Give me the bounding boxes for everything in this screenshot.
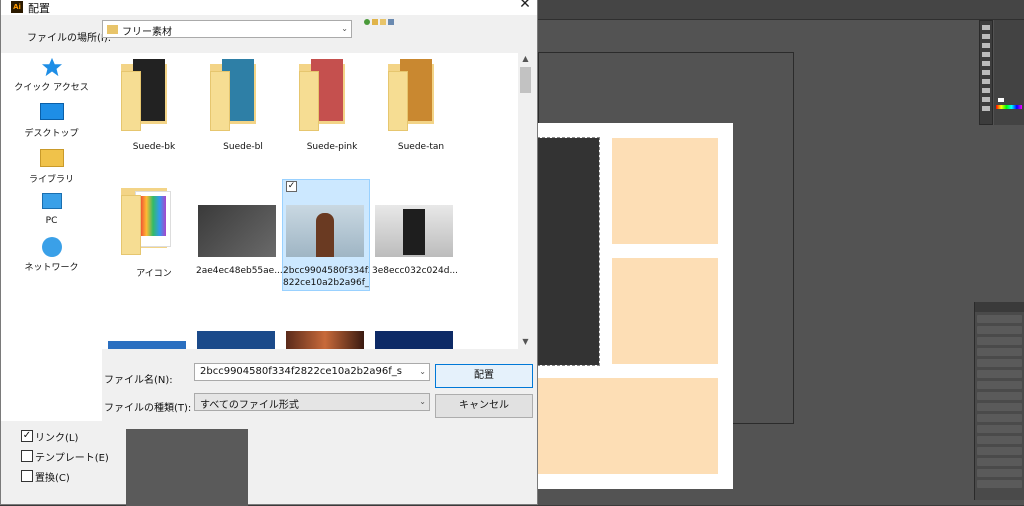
image-thumbnail bbox=[375, 205, 453, 257]
chevron-down-icon[interactable]: ⌄ bbox=[419, 367, 426, 376]
place-desktop[interactable]: デスクトップ bbox=[1, 103, 102, 139]
item-checkbox[interactable]: ✓ bbox=[286, 181, 297, 192]
places-bar: クイック アクセス デスクトップ ライブラリ PC ネットワーク bbox=[1, 53, 102, 421]
folder-suede-tan[interactable]: Suede-tan bbox=[378, 59, 464, 154]
color-panel[interactable] bbox=[994, 20, 1024, 125]
up-folder-icon[interactable] bbox=[372, 19, 378, 25]
file-list-scrollbar[interactable]: ▲ ▼ bbox=[518, 53, 533, 349]
file-label: Suede-bl bbox=[223, 142, 263, 152]
peach-rectangle-2[interactable] bbox=[612, 258, 718, 364]
option-label: テンプレート(E) bbox=[35, 453, 109, 464]
chevron-down-icon: ⌄ bbox=[419, 397, 426, 406]
chevron-down-icon: ⌄ bbox=[341, 24, 348, 33]
nav-toolbar[interactable] bbox=[364, 19, 404, 29]
file-label-line1: 2bcc9904580f334f2 bbox=[283, 266, 369, 276]
network-icon bbox=[41, 237, 62, 257]
image-thumbnail[interactable] bbox=[375, 331, 453, 349]
location-dropdown[interactable]: フリー素材 ⌄ bbox=[102, 20, 352, 38]
filename-input[interactable]: 2bcc9904580f334f2822ce10a2b2a96f_s ⌄ bbox=[194, 363, 430, 381]
image-thumbnail[interactable] bbox=[286, 331, 364, 349]
file-label-line2: 822ce10a2b2a96f_s bbox=[283, 278, 369, 288]
illustrator-app-icon: Ai bbox=[11, 1, 23, 13]
location-label: ファイルの場所(I): bbox=[27, 33, 112, 44]
filename-value: 2bcc9904580f334f2822ce10a2b2a96f_s bbox=[200, 366, 402, 377]
scroll-up-icon[interactable]: ▲ bbox=[518, 54, 533, 63]
image-thumbnail[interactable] bbox=[197, 331, 275, 349]
place-label: クイック アクセス bbox=[14, 83, 89, 93]
file-label: Suede-bk bbox=[132, 142, 176, 152]
file-label: Suede-tan bbox=[397, 142, 445, 152]
dialog-titlebar: Ai 配置 ✕ bbox=[1, 0, 537, 15]
place-pc[interactable]: PC bbox=[1, 193, 102, 226]
image-thumbnail bbox=[286, 205, 364, 257]
view-menu-icon[interactable] bbox=[388, 19, 394, 25]
place-quick-access[interactable]: クイック アクセス bbox=[1, 57, 102, 93]
back-icon[interactable] bbox=[364, 19, 370, 25]
cancel-button[interactable]: キャンセル bbox=[435, 394, 533, 418]
folder-suede-pink[interactable]: Suede-pink bbox=[289, 59, 375, 154]
preview-pane bbox=[126, 429, 248, 506]
file-list[interactable]: Suede-bk Suede-bl Suede-pink Suede-tan ア… bbox=[102, 53, 533, 349]
image-file-2bcc-selected[interactable]: ✓ 2bcc9904580f334f2 822ce10a2b2a96f_s bbox=[283, 181, 369, 289]
filename-label: ファイル名(N): bbox=[104, 375, 173, 386]
place-dialog: Ai 配置 ✕ ファイルの場所(I): フリー素材 ⌄ クイック アクセス デス… bbox=[0, 0, 538, 506]
place-label: ライブラリ bbox=[28, 175, 74, 185]
filetype-dropdown[interactable]: すべてのファイル形式 ⌄ bbox=[194, 393, 430, 411]
dark-rectangle[interactable] bbox=[537, 137, 600, 366]
location-value: フリー素材 bbox=[122, 27, 172, 38]
image-file-3e8e[interactable]: 3e8ecc032c024d... bbox=[372, 183, 458, 278]
option-label: 置換(C) bbox=[35, 473, 70, 484]
folder-suede-bl[interactable]: Suede-bl bbox=[200, 59, 286, 154]
folder-suede-bk[interactable]: Suede-bk bbox=[111, 59, 197, 154]
filetype-label: ファイルの種類(T): bbox=[104, 403, 192, 414]
new-folder-icon[interactable] bbox=[380, 19, 386, 25]
place-network[interactable]: ネットワーク bbox=[1, 237, 102, 273]
option-label: リンク(L) bbox=[35, 433, 79, 444]
computer-icon bbox=[41, 193, 62, 209]
folder-icon bbox=[107, 25, 118, 34]
place-label: ネットワーク bbox=[24, 263, 79, 273]
peach-rectangle-3[interactable] bbox=[538, 378, 718, 474]
place-button[interactable]: 配置 bbox=[435, 364, 533, 388]
properties-panel[interactable] bbox=[974, 302, 1024, 500]
folder-icons[interactable]: アイコン bbox=[111, 183, 197, 279]
checkbox-template[interactable] bbox=[21, 450, 33, 462]
place-label: PC bbox=[45, 216, 58, 226]
dialog-title: 配置 bbox=[28, 2, 50, 15]
file-label: 2ae4ec48eb55ae... bbox=[196, 266, 282, 276]
star-icon bbox=[41, 57, 62, 77]
tool-strip[interactable] bbox=[979, 20, 993, 125]
file-label: アイコン bbox=[136, 269, 172, 279]
image-thumbnail[interactable] bbox=[108, 341, 186, 349]
peach-rectangle-1[interactable] bbox=[612, 138, 718, 244]
scroll-down-icon[interactable]: ▼ bbox=[518, 337, 533, 346]
checkbox-replace[interactable] bbox=[21, 470, 33, 482]
file-label: Suede-pink bbox=[306, 142, 358, 152]
place-label: デスクトップ bbox=[24, 129, 79, 139]
image-thumbnail bbox=[198, 205, 276, 257]
filetype-value: すべてのファイル形式 bbox=[200, 400, 299, 411]
file-label: 3e8ecc032c024d... bbox=[372, 266, 458, 276]
checkbox-link[interactable]: ✓ bbox=[21, 430, 33, 442]
library-icon bbox=[39, 149, 64, 167]
image-file-2ae4[interactable]: 2ae4ec48eb55ae... bbox=[196, 183, 282, 278]
place-library[interactable]: ライブラリ bbox=[1, 149, 102, 185]
scrollbar-thumb[interactable] bbox=[520, 67, 531, 93]
close-button[interactable]: ✕ bbox=[513, 0, 537, 12]
desktop-icon bbox=[39, 103, 64, 120]
